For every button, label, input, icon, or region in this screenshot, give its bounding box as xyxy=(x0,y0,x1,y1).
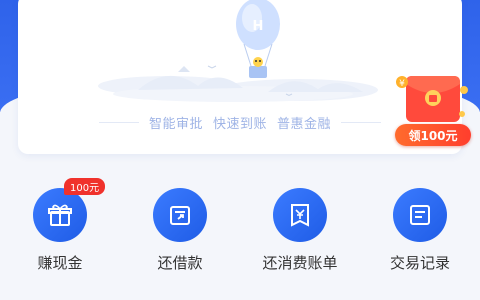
gift-icon xyxy=(33,188,87,242)
action-repay-loan-label: 还借款 xyxy=(157,254,203,272)
red-envelope-icon: ¥ xyxy=(396,76,468,122)
svg-text:H: H xyxy=(253,19,264,34)
action-transactions[interactable]: 交易记录 xyxy=(360,178,480,278)
tagline-rule-left xyxy=(98,121,139,123)
record-icon xyxy=(393,188,447,242)
action-pay-bill-label: 还消费账单 xyxy=(262,254,338,272)
tagline-rule-right xyxy=(341,121,382,123)
action-earn-cash-label: 赚现金 xyxy=(37,254,83,272)
action-earn-cash[interactable]: 赚现金 100元 xyxy=(0,178,120,278)
reward-badge: 100元 xyxy=(64,178,106,195)
tagline-approval: 智能审批 xyxy=(148,116,203,132)
bill-yen-icon xyxy=(273,188,327,242)
red-packet-claim-label: 领100元 xyxy=(395,124,471,146)
action-pay-bill[interactable]: 还消费账单 xyxy=(240,178,360,278)
quick-actions: 赚现金 100元 还借款 还消费账单 交易记录 xyxy=(0,178,480,288)
red-packet-promo[interactable]: ¥ 领100元 xyxy=(392,68,474,150)
action-repay-loan[interactable]: 还借款 xyxy=(120,178,240,278)
repay-icon xyxy=(153,188,207,242)
tagline-fast-payout: 快速到账 xyxy=(212,116,267,132)
action-transactions-label: 交易记录 xyxy=(389,254,450,272)
svg-text:¥: ¥ xyxy=(399,79,405,89)
tagline-inclusive-finance: 普惠金融 xyxy=(277,116,332,132)
